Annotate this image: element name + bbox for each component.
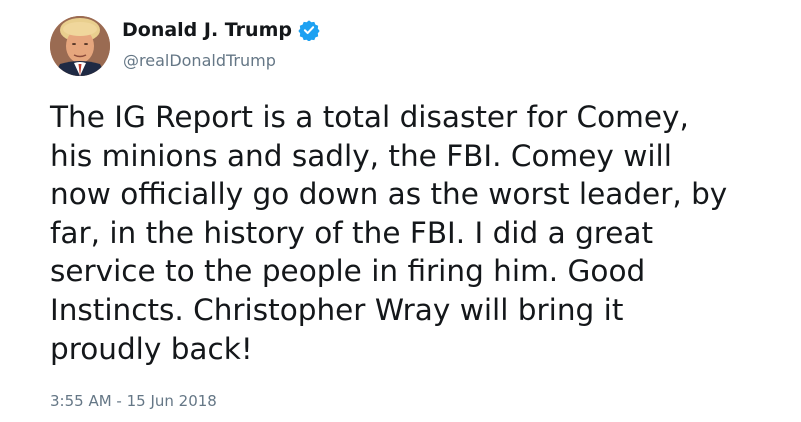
tweet-timestamp[interactable]: 3:55 AM - 15 Jun 2018	[50, 392, 217, 410]
avatar[interactable]	[50, 16, 110, 76]
tweet-card: Donald J. Trump @realDonaldTrump The IG …	[0, 0, 801, 422]
tweet-text: The IG Report is a total disaster for Co…	[50, 100, 728, 366]
author-handle[interactable]: @realDonaldTrump	[123, 51, 276, 70]
author-name-row: Donald J. Trump	[122, 19, 320, 42]
avatar-portrait-icon	[50, 16, 110, 76]
author-display-name[interactable]: Donald J. Trump	[122, 19, 292, 41]
verified-badge-icon	[298, 19, 320, 42]
